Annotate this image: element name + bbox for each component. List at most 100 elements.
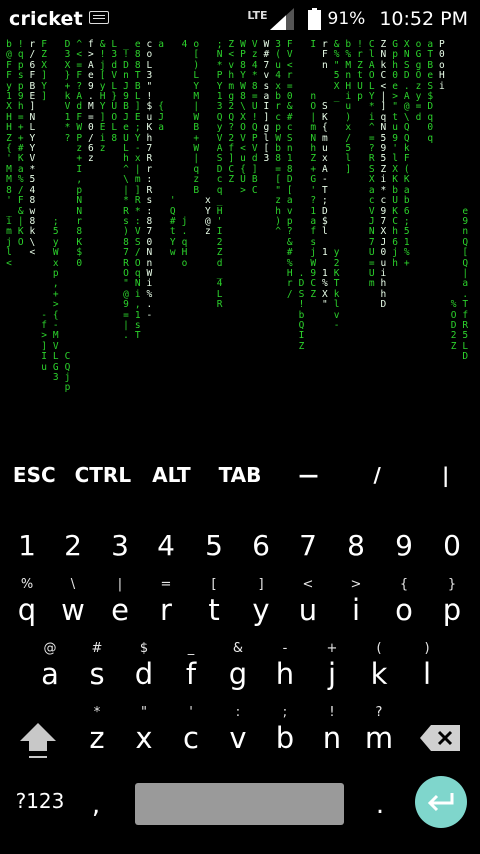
matrix-column: o G g O z y = d — [415, 39, 422, 123]
matrix-column: W # 7 v s a I ] g l [ 3 — [263, 39, 270, 165]
letter-key[interactable]: ) l — [404, 641, 450, 691]
number-key[interactable]: 8 — [333, 529, 379, 562]
key-label: j — [327, 657, 337, 691]
letter-key[interactable]: & g — [215, 641, 261, 691]
matrix-column: . D S ! b Q I Z — [298, 267, 305, 352]
matrix-column: F Z X ] Y ] - f > ] I u — [41, 39, 47, 373]
letter-key[interactable]: # s — [74, 641, 120, 691]
slash-key[interactable]: / — [343, 463, 411, 487]
keyboard-icon — [88, 10, 109, 24]
letter-key[interactable]: } p — [429, 577, 475, 627]
letter-key[interactable]: ; b — [262, 705, 308, 755]
shift-key[interactable] — [18, 721, 58, 761]
matrix-column: o [ ) L Y M | W B + W | q z B — [193, 39, 200, 196]
letter-key[interactable]: + j — [309, 641, 355, 691]
backspace-key[interactable] — [420, 723, 460, 753]
letter-key[interactable]: ? m — [356, 705, 402, 755]
matrix-column: V z 4 * 8 = U ! Q P V d ] B C — [251, 39, 258, 196]
pipe-key[interactable]: | — [412, 463, 480, 487]
signal-icon — [269, 8, 294, 30]
number-key[interactable]: 2 — [50, 529, 96, 562]
enter-key[interactable] — [415, 776, 467, 828]
key-hint-label: _ — [187, 641, 195, 656]
key-hint-label: } — [447, 577, 457, 592]
number-key[interactable]: 0 — [429, 529, 475, 562]
number-key[interactable]: 3 — [97, 529, 143, 562]
matrix-column: c o L 3 " ! $ u K h 7 R r : R s : 8 7 0 … — [146, 39, 153, 321]
letter-key[interactable]: * z — [74, 705, 120, 755]
alt-key[interactable]: ALT — [137, 463, 205, 487]
matrix-column: a { J a — [158, 39, 164, 134]
letter-key[interactable]: _ f — [168, 641, 214, 691]
matrix-column: e 8 8 T B L ] E ; Y - x | m ] R * : V S … — [134, 39, 141, 342]
letter-key[interactable]: ' c — [168, 705, 214, 755]
matrix-column: & ! j [ y H Y ] E i z — [99, 39, 106, 155]
key-label: i — [351, 593, 361, 627]
period-key[interactable]: . — [370, 790, 390, 820]
number-key[interactable]: 1 — [4, 529, 50, 562]
number-key[interactable]: 9 — [381, 529, 427, 562]
letter-key[interactable]: \ w — [50, 577, 96, 627]
letter-key[interactable]: = r — [143, 577, 189, 627]
matrix-column: P 0 o H i — [439, 39, 445, 92]
letter-key[interactable]: {o — [381, 577, 427, 627]
letter-key[interactable]: < u — [285, 577, 331, 627]
ctrl-key[interactable]: CTRL — [69, 463, 137, 487]
key-hint-label: \ — [70, 577, 76, 592]
matrix-column: & % " 5 X _ y 2 K T k l v - — [333, 39, 340, 331]
letter-key[interactable]: ! n — [309, 705, 355, 755]
letter-key[interactable]: % q — [4, 577, 50, 627]
key-label: l — [422, 657, 432, 691]
matrix-column: C l A O L Y * i ^ = ? R S X a c V J N 7 … — [368, 39, 375, 290]
key-label: n — [322, 721, 342, 755]
key-hint-label: = — [160, 577, 172, 592]
matrix-column: Z < v h m g 2 Q ? 2 f ] C Z — [228, 39, 235, 186]
key-label: q — [17, 593, 37, 627]
key-label: w — [61, 593, 85, 627]
spacebar[interactable] — [135, 783, 344, 825]
letter-key[interactable]: ] y — [238, 577, 284, 627]
letter-key[interactable]: @ a — [27, 641, 73, 691]
matrix-column: _ ! D n J 9 B J e U L h ^ \ | * R s ) 8 … — [123, 39, 129, 342]
letter-key[interactable]: :v — [215, 705, 261, 755]
letter-key[interactable]: | e — [97, 577, 143, 627]
key-hint-label: ) — [424, 641, 430, 656]
letter-key[interactable]: [t — [191, 577, 237, 627]
dash-key[interactable]: — — [275, 463, 343, 487]
matrix-column: ' Q # t Y w — [169, 195, 176, 259]
key-label: z — [89, 721, 105, 755]
matrix-column: L 3 d V L } U O L 8 — [111, 39, 118, 144]
key-label: c — [183, 721, 199, 755]
key-hint-label: ! — [329, 705, 335, 720]
comma-key[interactable]: , — [86, 790, 106, 820]
matrix-column: r / 6 F B E ] N L Y Y V * 5 4 8 w 8 k \ … — [29, 39, 36, 259]
number-key[interactable]: 5 — [191, 529, 237, 562]
key-hint-label: $ — [139, 641, 149, 656]
symbols-key[interactable]: ?123 — [8, 789, 72, 813]
number-key[interactable]: 7 — [285, 529, 331, 562]
carrier-name: cricket — [9, 8, 83, 30]
letter-key[interactable]: -h — [262, 641, 308, 691]
tab-key[interactable]: TAB — [206, 463, 274, 487]
letter-key[interactable]: > i — [333, 577, 379, 627]
key-label: u — [298, 593, 318, 627]
letter-key[interactable]: (k — [356, 641, 402, 691]
esc-key[interactable]: ESC — [0, 463, 68, 487]
letter-key[interactable]: " x — [121, 705, 167, 755]
key-hint-label: % — [20, 577, 34, 592]
status-bar: cricket LTE 91% 10:52 PM — [0, 0, 480, 38]
number-key[interactable]: 4 — [143, 529, 189, 562]
letter-key[interactable]: $ d — [121, 641, 167, 691]
key-label: a — [41, 657, 59, 691]
matrix-column: W P 8 Y W 8 \ X O V < u { U > — [240, 39, 246, 196]
key-label: m — [364, 721, 394, 755]
matrix-rain-display: b @ F F y 1 X H H Z { ' M M 8 ' _ i m j … — [0, 38, 480, 438]
matrix-column: D 3 X } + k V 1 * ? C Q j p — [64, 39, 71, 394]
soft-keyboard: ESC CTRL ALT TAB — / | 1234567890 % q \ w | e… — [0, 445, 480, 854]
key-hint-label: [ — [211, 577, 217, 592]
number-key[interactable]: 6 — [238, 529, 284, 562]
key-hint-label: # — [91, 641, 103, 656]
key-label: g — [228, 657, 248, 691]
matrix-column: e 9 n Q [ Q | a . T f R 5 L D — [462, 205, 469, 363]
key-label: h — [275, 657, 295, 691]
